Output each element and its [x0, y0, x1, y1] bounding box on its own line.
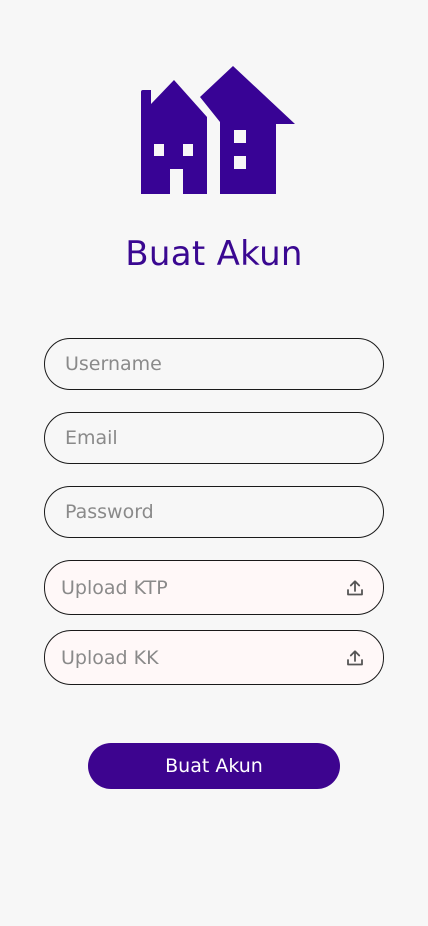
upload-icon[interactable] — [345, 648, 365, 668]
username-field[interactable] — [44, 338, 384, 390]
email-field[interactable] — [44, 412, 384, 464]
upload-kk-field[interactable]: Upload KK — [44, 630, 384, 685]
page-title: Buat Akun — [125, 234, 303, 274]
buat-akun-button[interactable]: Buat Akun — [88, 743, 340, 789]
email-input[interactable] — [65, 427, 365, 449]
username-input[interactable] — [65, 353, 365, 375]
upload-ktp-field[interactable]: Upload KTP — [44, 560, 384, 615]
upload-icon[interactable] — [345, 578, 365, 598]
upload-ktp-label: Upload KTP — [61, 576, 168, 599]
houses-logo-icon — [138, 64, 296, 198]
upload-kk-label: Upload KK — [61, 646, 159, 669]
password-input[interactable] — [65, 501, 365, 523]
password-field[interactable] — [44, 486, 384, 538]
